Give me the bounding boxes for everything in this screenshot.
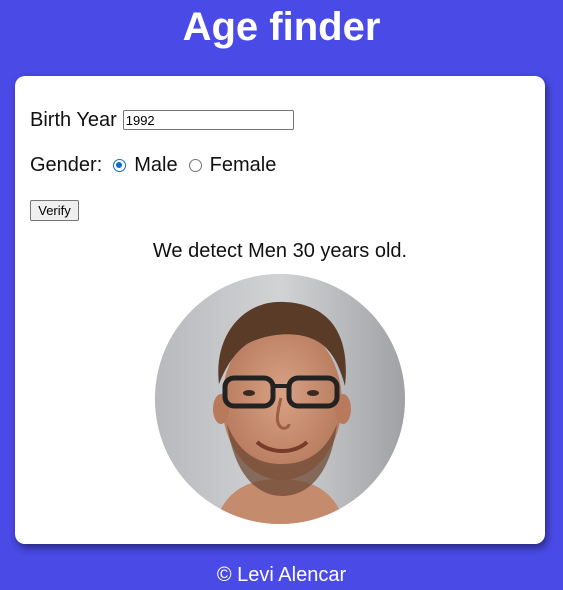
person-photo-icon [155, 274, 405, 524]
gender-row: Gender: Male Female [30, 153, 276, 177]
app-title: Age finder [182, 5, 381, 49]
female-radio[interactable] [188, 158, 202, 172]
age-finder-card: Birth Year Gender: Male Female Verify We… [15, 76, 545, 544]
footer-copyright: © Levi Alencar [216, 564, 347, 586]
birth-year-label: Birth Year [30, 108, 117, 131]
male-option-label[interactable]: Male [134, 154, 177, 177]
avatar-photo [155, 274, 405, 524]
gender-label: Gender: [30, 153, 103, 176]
verify-button[interactable]: Verify [30, 200, 79, 221]
female-option-label[interactable]: Female [210, 154, 277, 177]
male-radio[interactable] [113, 158, 127, 172]
birth-year-row: Birth Year [30, 108, 294, 132]
birth-year-input[interactable] [122, 110, 294, 130]
result-text: We detect Men 30 years old. [152, 240, 408, 262]
